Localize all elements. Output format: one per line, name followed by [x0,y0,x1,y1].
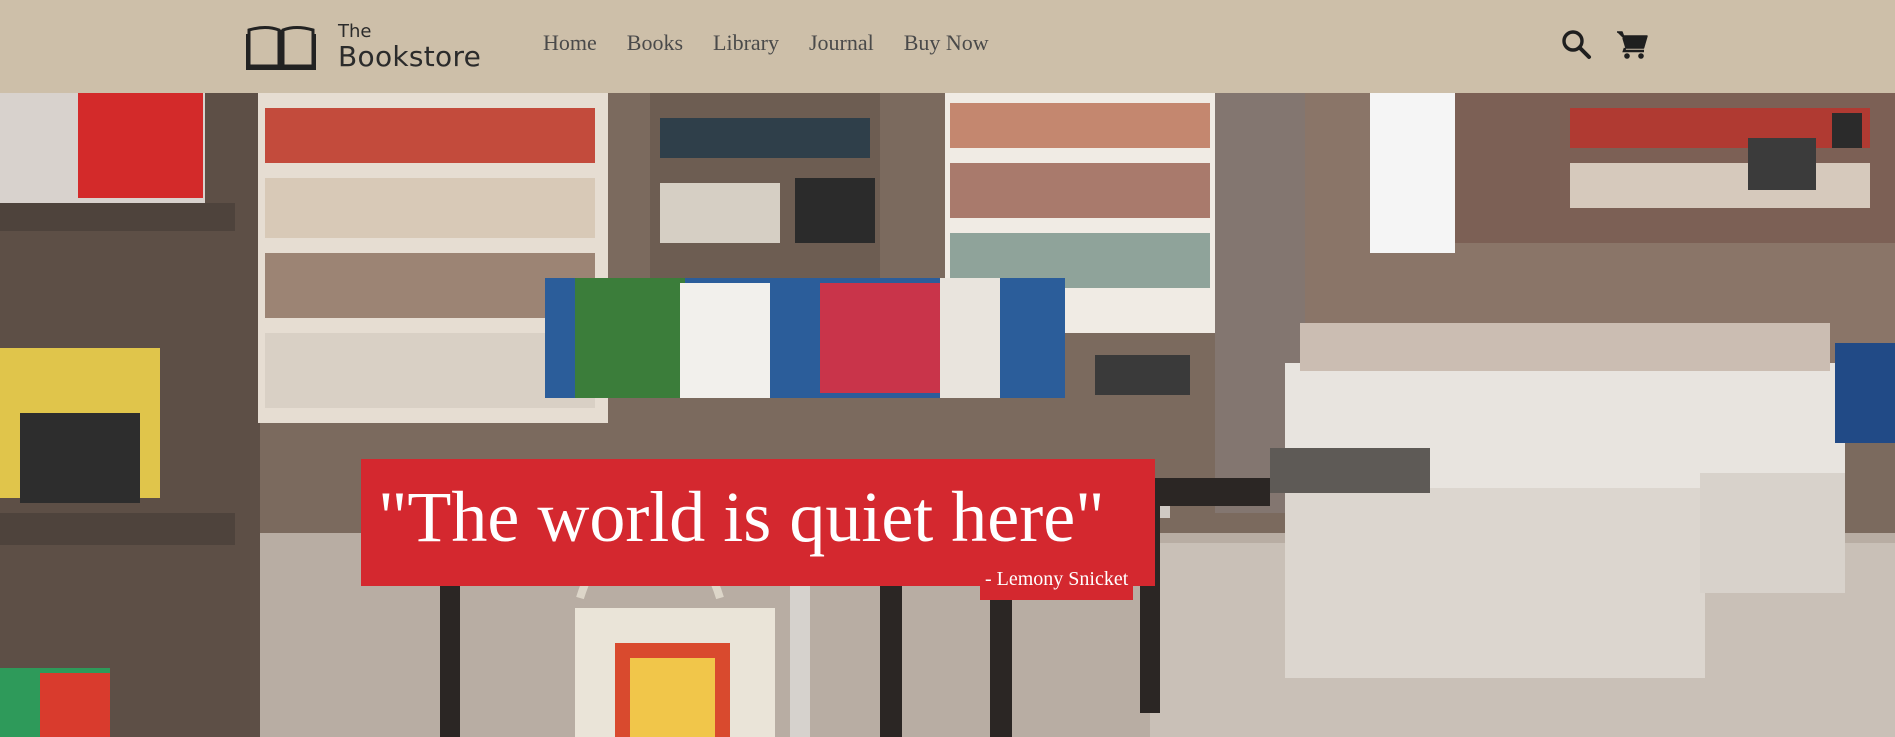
header-icons [1560,28,1648,60]
nav-home[interactable]: Home [543,30,597,56]
quote-text: "The world is quiet here" [378,477,1105,557]
brand-name: The Bookstore [338,23,481,71]
site-header: The Bookstore Home Books Library Journal… [0,0,1895,93]
nav-journal[interactable]: Journal [809,30,874,56]
nav-books[interactable]: Books [627,30,683,56]
book-logo-icon [246,26,316,70]
search-icon[interactable] [1560,28,1592,60]
nav-library[interactable]: Library [713,30,779,56]
cart-icon[interactable] [1616,28,1648,60]
bookstore-photo [0,93,1895,737]
main-nav: Home Books Library Journal Buy Now [543,30,1019,56]
quote-author: - Lemony Snicket [980,563,1134,600]
hero-banner: "The world is quiet here" - Lemony Snick… [0,93,1895,737]
brand-name-small: The [338,21,372,42]
nav-buy-now[interactable]: Buy Now [904,30,989,56]
brand-name-big: Bookstore [338,40,482,73]
brand-logo[interactable]: The Bookstore [246,22,481,72]
